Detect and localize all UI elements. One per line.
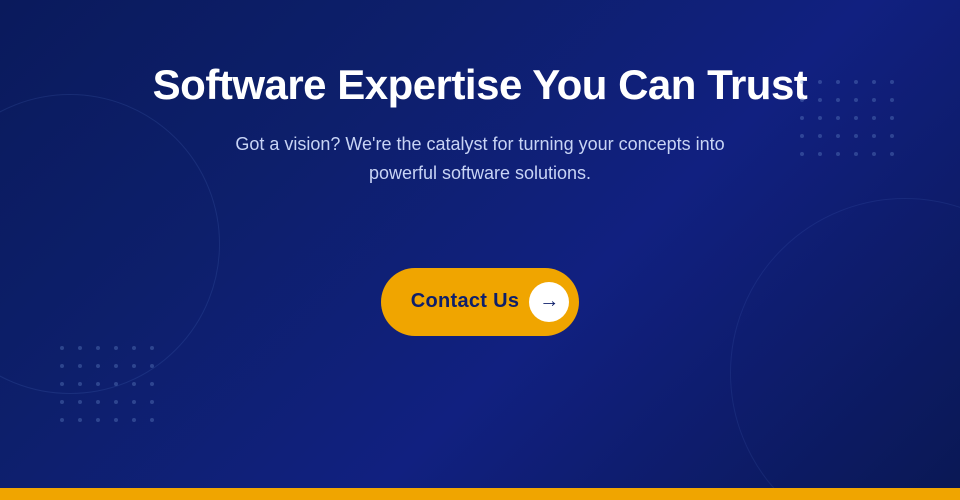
dots-top-right (800, 80, 900, 162)
hero-subtitle: Got a vision? We're the catalyst for tur… (220, 130, 740, 188)
dots-bottom-left (60, 346, 160, 428)
page-wrapper: Software Expertise You Can Trust Got a v… (0, 0, 960, 500)
cta-button-label: Contact Us (411, 290, 520, 313)
circle-decoration-right (730, 198, 960, 488)
hero-section: Software Expertise You Can Trust Got a v… (0, 0, 960, 488)
cta-arrow-icon: → (529, 282, 569, 322)
contact-us-button[interactable]: Contact Us → (381, 268, 580, 336)
hero-title: Software Expertise You Can Trust (153, 60, 808, 110)
bottom-bar (0, 488, 960, 500)
